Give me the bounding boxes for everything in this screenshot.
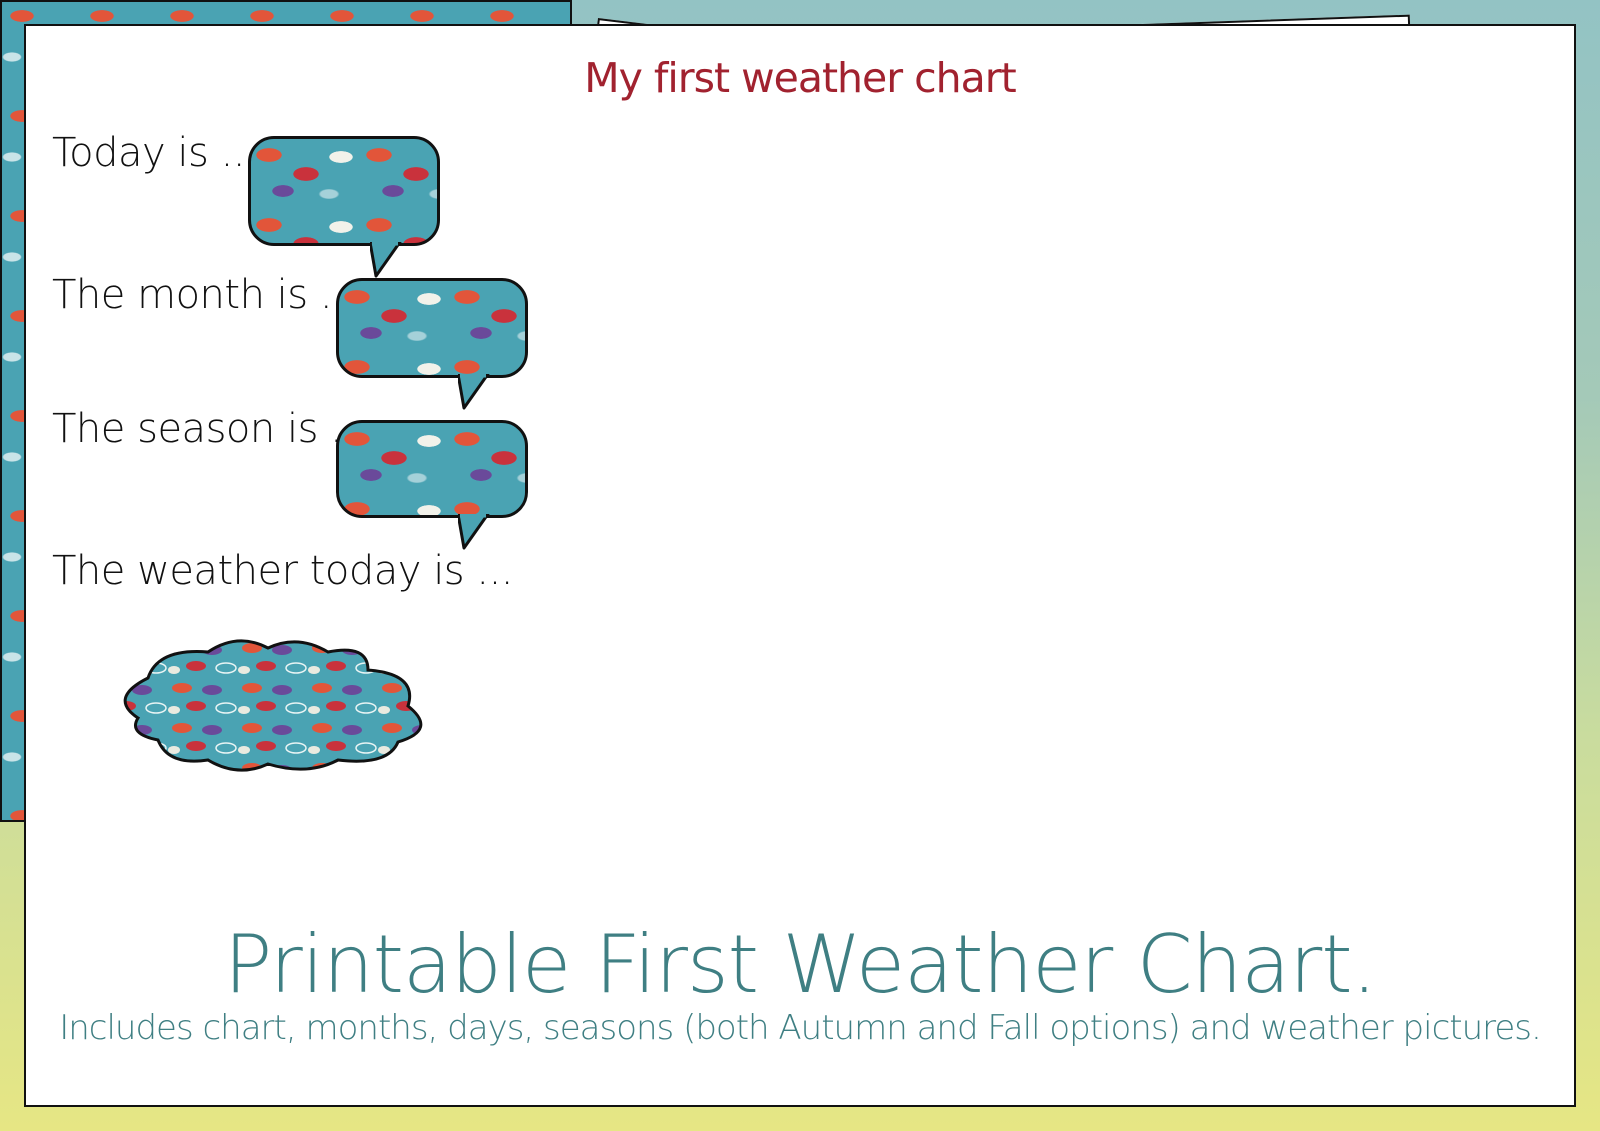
bubble-tail — [458, 374, 490, 410]
bubble-tail — [458, 514, 490, 550]
bubble-tail — [370, 242, 402, 278]
prompt-weather: The weather today is ... — [52, 548, 514, 594]
prompt-today: Today is ... — [52, 130, 258, 176]
weather-chart-page: My first weather chart Today is ... The … — [0, 0, 1576, 1107]
today-bubble[interactable] — [248, 136, 440, 246]
month-bubble[interactable] — [336, 278, 528, 378]
prompt-month: The month is ... — [52, 272, 357, 318]
weather-cloud[interactable] — [98, 638, 478, 788]
chart-title: My first weather chart — [584, 54, 1016, 102]
season-bubble[interactable] — [336, 420, 528, 518]
prompt-season: The season is ... — [52, 406, 367, 452]
caption-subtitle: Includes chart, months, days, seasons (b… — [59, 1008, 1542, 1048]
caption-title: Printable First Weather Chart. — [223, 918, 1377, 1011]
